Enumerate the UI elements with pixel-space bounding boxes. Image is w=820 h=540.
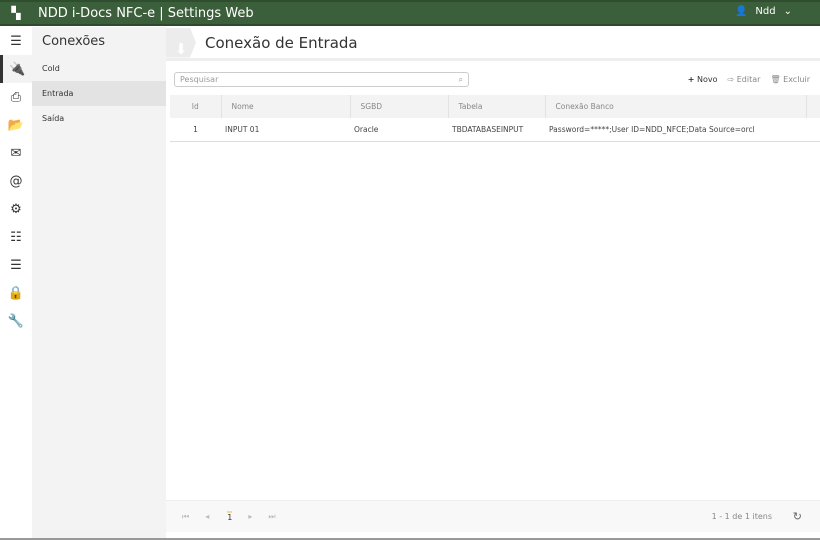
edit-button[interactable]: ⇨ Editar <box>728 75 761 84</box>
cell-tabela: TBDATABASEINPUT <box>448 118 545 142</box>
server-icon[interactable]: ☰ <box>0 251 32 279</box>
pagination: ⏮ ◂ 1 ▸ ⏭ 1 - 1 de 1 itens ↻ <box>166 500 820 532</box>
chevron-down-icon: ⌄ <box>783 6 792 17</box>
submenu-item-saida[interactable]: Saída <box>32 106 166 131</box>
apps-grid-icon[interactable]: ▚ <box>0 6 32 20</box>
new-button[interactable]: + Novo <box>688 75 718 84</box>
submenu-item-entrada[interactable]: Entrada <box>32 81 166 106</box>
at-icon[interactable]: @ <box>0 167 32 195</box>
connections-table: Id Nome SGBD Tabela Conexão Banco 1 INPU… <box>170 95 820 142</box>
page-title: Conexão de Entrada <box>205 33 358 52</box>
delete-button[interactable]: 🗑 Excluir <box>770 75 810 84</box>
plug-icon[interactable]: 🔌 <box>0 55 32 83</box>
main-content: ⬇ Conexão de Entrada Pesquisar ⌕ + Novo … <box>166 27 820 540</box>
lock-icon[interactable]: 🔒 <box>0 279 32 307</box>
first-page-icon[interactable]: ⏮ <box>182 512 189 522</box>
search-placeholder: Pesquisar <box>180 75 219 84</box>
next-page-icon[interactable]: ▸ <box>248 512 252 521</box>
table-header: Id Nome SGBD Tabela Conexão Banco <box>170 95 820 118</box>
icon-sidebar: ☰ 🔌 ⎙ 📂 ✉ @ ⚙ ☷ ☰ 🔒 🔧 <box>0 27 32 540</box>
submenu-item-cold[interactable]: Cold <box>32 56 166 81</box>
envelope-icon[interactable]: ✉ <box>0 139 32 167</box>
last-page-icon[interactable]: ⏭ <box>268 512 275 522</box>
printer-icon[interactable]: ⎙ <box>0 83 32 111</box>
plus-icon: + <box>687 75 695 84</box>
folder-open-icon[interactable]: 📂 <box>0 111 32 139</box>
column-header[interactable]: Nome <box>220 95 350 118</box>
cell-conexao: Password=*****;User ID=NDD_NFCE;Data Sou… <box>545 118 806 142</box>
column-header-spacer <box>805 95 820 118</box>
cell-nome: INPUT 01 <box>221 118 350 142</box>
delete-label: Excluir <box>783 75 810 84</box>
edit-icon: ⇨ <box>727 75 735 84</box>
user-icon: 👤 <box>734 6 748 17</box>
submenu-title: Conexões <box>42 34 106 49</box>
gear-icon[interactable]: ⚙ <box>0 195 32 223</box>
sliders-icon[interactable]: ☷ <box>0 223 32 251</box>
table-row[interactable]: 1 INPUT 01 Oracle TBDATABASEINPUT Passwo… <box>170 118 820 142</box>
refresh-icon[interactable]: ↻ <box>793 510 802 523</box>
cell-sgbd: Oracle <box>350 118 448 142</box>
top-bar: ▚ NDD i-Docs NFC-e | Settings Web 👤 Ndd … <box>0 0 820 26</box>
edit-label: Editar <box>736 75 761 84</box>
app-title: NDD i-Docs NFC-e | Settings Web <box>38 5 254 21</box>
column-header[interactable]: SGBD <box>349 95 448 118</box>
prev-page-icon[interactable]: ◂ <box>205 512 209 521</box>
submenu: Conexões Cold Entrada Saída <box>32 27 166 540</box>
cell-id: 1 <box>170 118 221 142</box>
user-name: Ndd <box>755 6 776 17</box>
menu-icon[interactable]: ☰ <box>0 27 32 55</box>
column-header[interactable]: Id <box>170 95 221 118</box>
download-circle-icon: ⬇ <box>166 27 196 58</box>
wrench-icon[interactable]: 🔧 <box>0 307 32 335</box>
new-label: Novo <box>696 75 718 84</box>
trash-icon: 🗑 <box>770 75 781 84</box>
column-header[interactable]: Conexão Banco <box>544 95 806 118</box>
search-input[interactable]: Pesquisar ⌕ <box>174 72 469 87</box>
column-header[interactable]: Tabela <box>447 95 545 118</box>
user-menu[interactable]: 👤 Ndd ⌄ <box>735 6 792 17</box>
pager-info: 1 - 1 de 1 itens <box>711 512 772 521</box>
current-page[interactable]: 1 <box>227 511 233 522</box>
search-icon[interactable]: ⌕ <box>459 75 463 84</box>
